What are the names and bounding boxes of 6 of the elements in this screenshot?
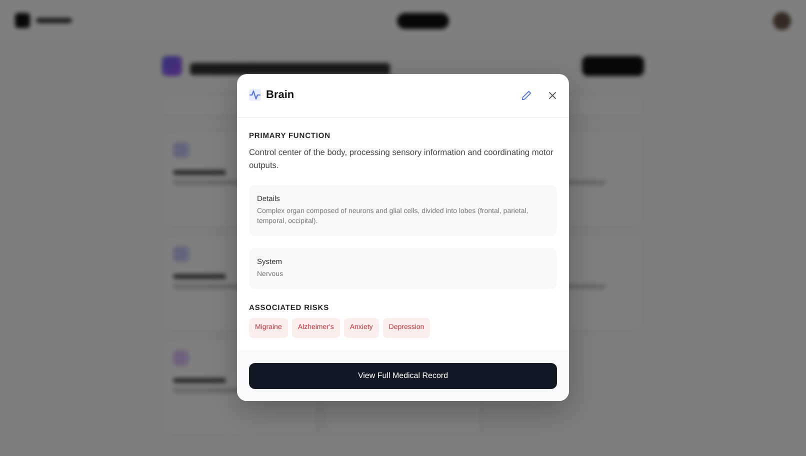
view-record-button[interactable]: View Full Medical Record: [249, 363, 557, 390]
function-description: Control center of the body, processing sensory information and coordinating motor outputs.: [249, 146, 554, 172]
pulse-icon: [249, 89, 261, 102]
modal-title: Brain: [266, 88, 296, 103]
close-button[interactable]: [548, 90, 557, 100]
edit-button[interactable]: [521, 90, 532, 101]
